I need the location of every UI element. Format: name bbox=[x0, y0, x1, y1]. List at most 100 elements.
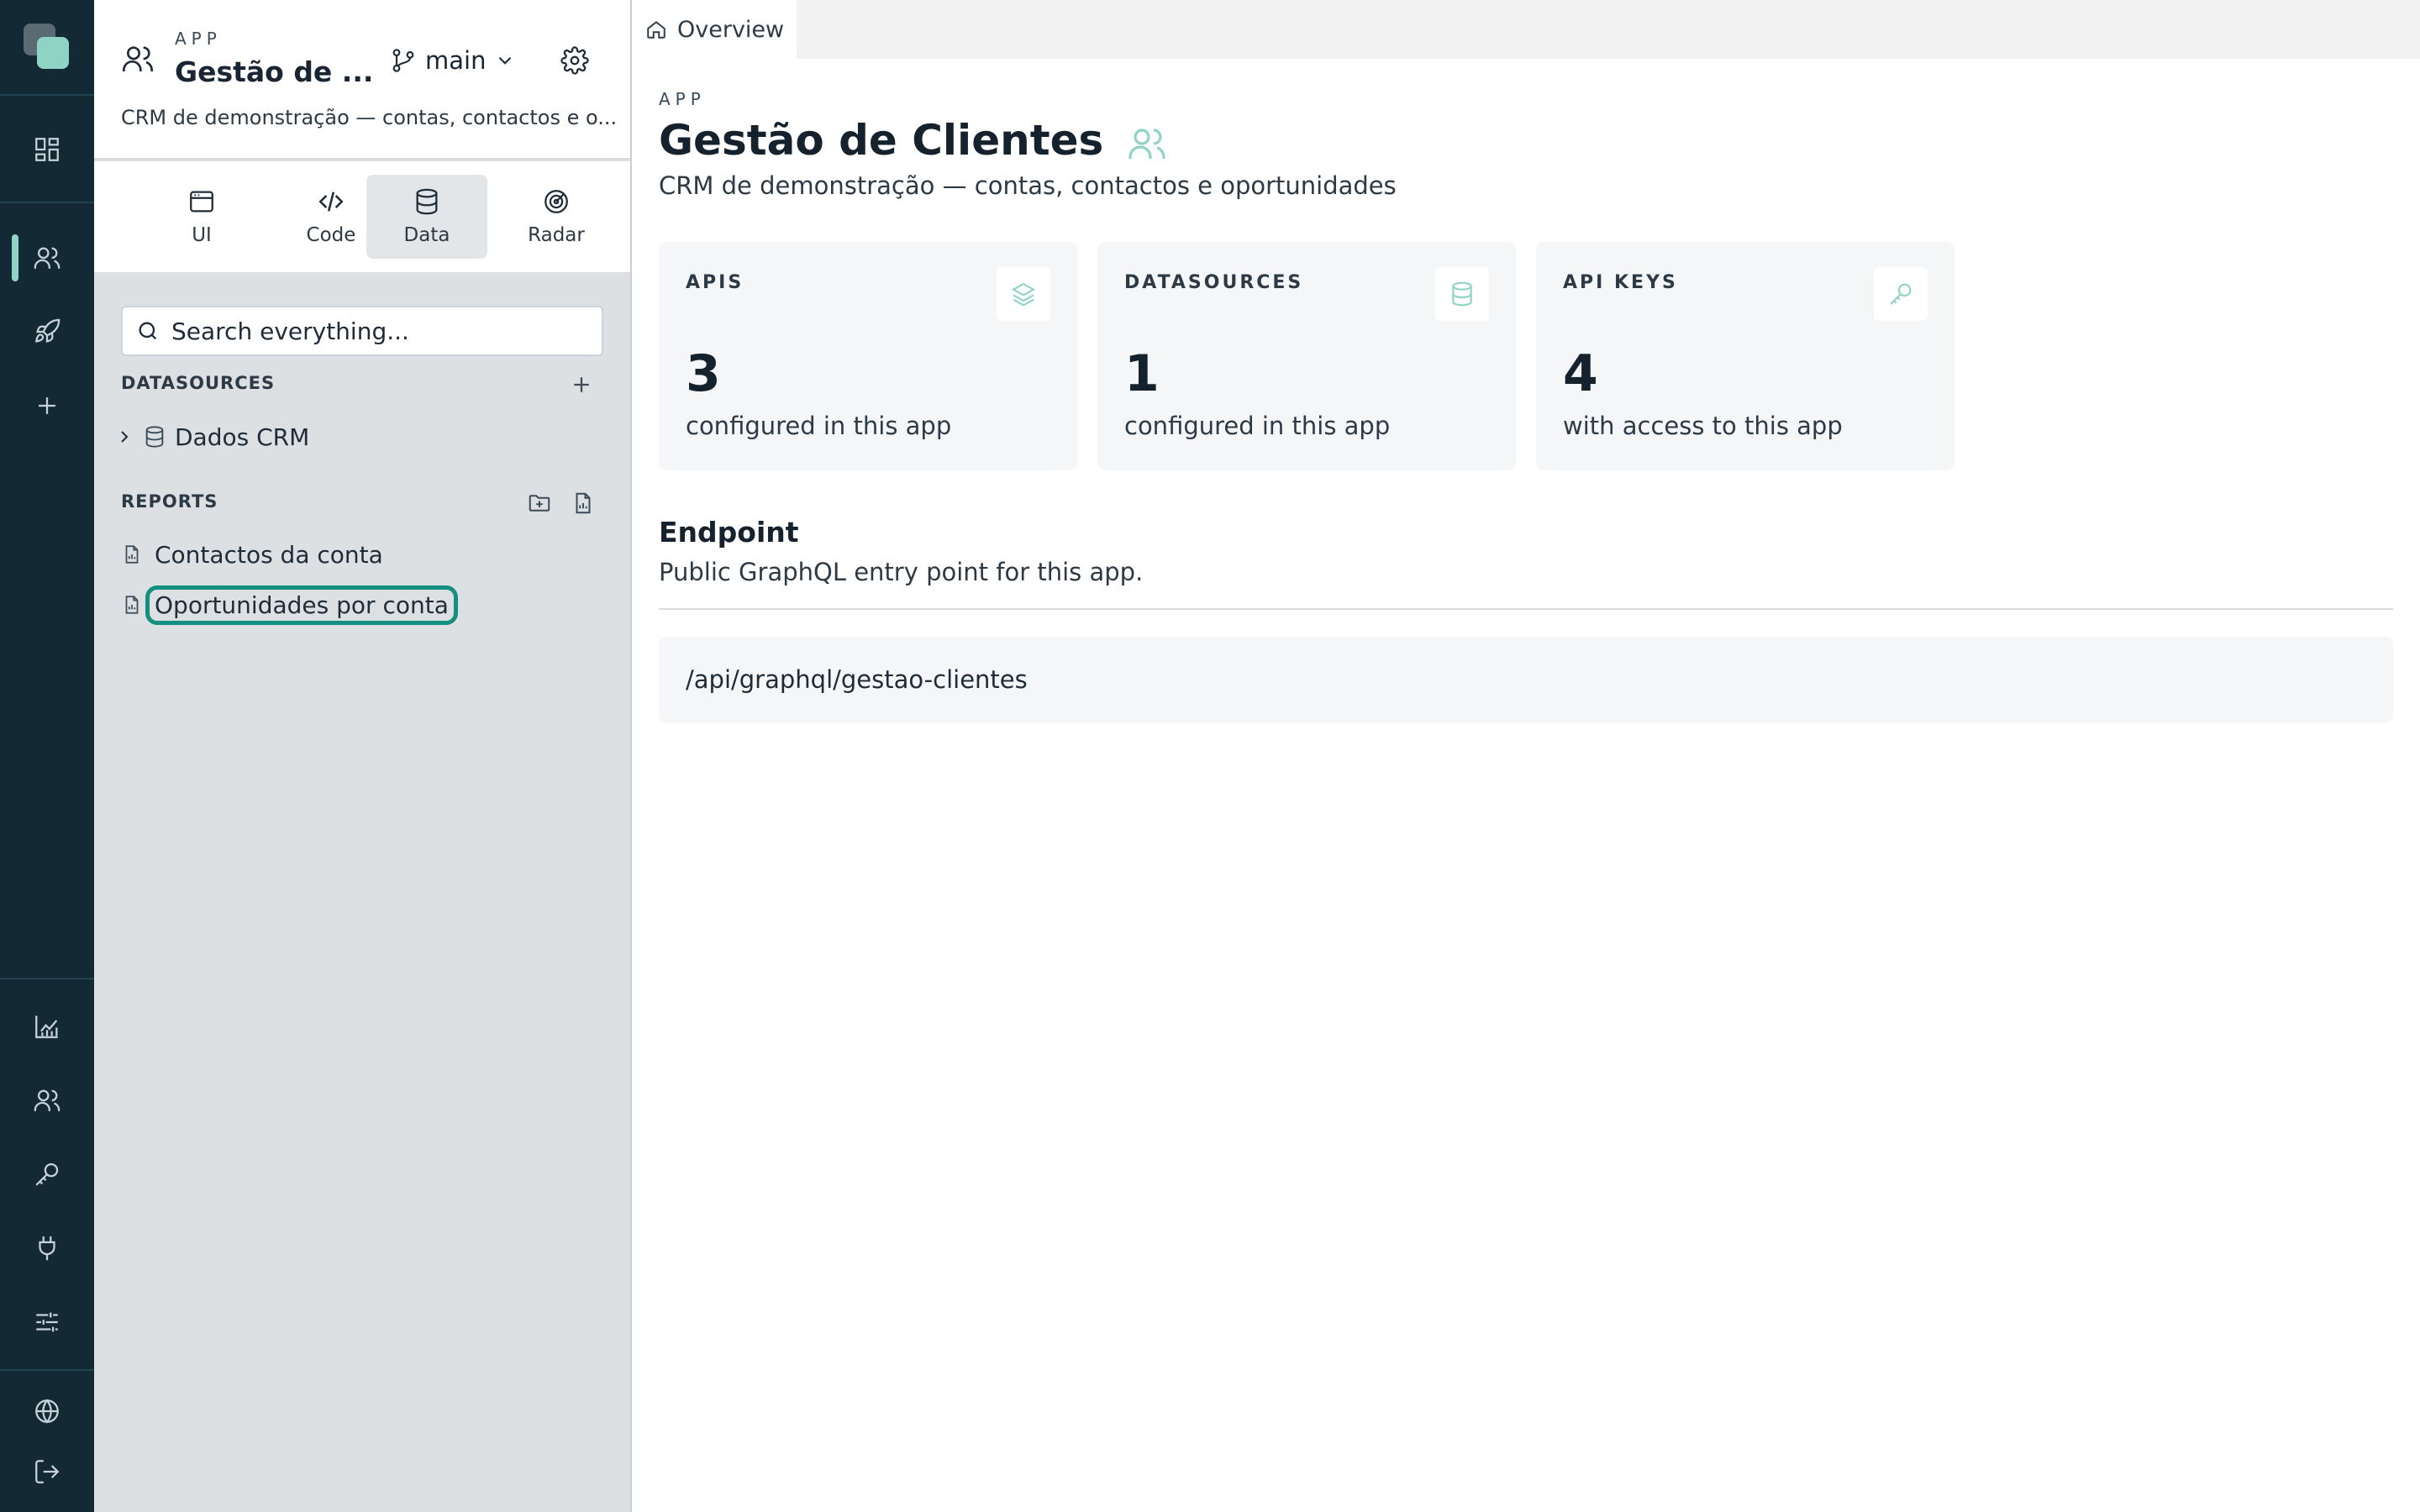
reports-section-label: REPORTS bbox=[121, 491, 218, 512]
sidebar-eyebrow: APP bbox=[175, 29, 222, 49]
database-icon bbox=[416, 188, 438, 215]
report-label: Contactos da conta bbox=[155, 540, 383, 569]
users-icon bbox=[1128, 128, 1165, 159]
tab-radar[interactable]: Radar bbox=[496, 175, 617, 259]
rail-settings-button[interactable] bbox=[0, 1295, 94, 1349]
plug-icon bbox=[39, 1236, 55, 1261]
folder-plus-icon bbox=[529, 495, 550, 512]
rail-language-button[interactable] bbox=[0, 1384, 94, 1438]
chevron-right-icon bbox=[121, 431, 129, 443]
rail-dashboard-button[interactable] bbox=[0, 123, 94, 176]
database-icon bbox=[1452, 281, 1472, 307]
tab-ui-label: UI bbox=[192, 224, 212, 246]
search-icon bbox=[139, 322, 157, 340]
datasources-section-label: DATASOURCES bbox=[121, 373, 276, 393]
stat-card-label: DATASOURCES bbox=[1124, 272, 1304, 293]
rail-deploy-button[interactable] bbox=[0, 305, 94, 359]
stat-card-value: 3 bbox=[686, 344, 721, 403]
report-label: Oportunidades por conta bbox=[145, 585, 458, 625]
rail-analytics-button[interactable] bbox=[0, 1000, 94, 1053]
app-users-icon bbox=[121, 42, 155, 76]
rail-team-button[interactable] bbox=[0, 1074, 94, 1127]
tab-data[interactable]: Data bbox=[366, 175, 487, 259]
new-report-button[interactable] bbox=[566, 486, 600, 520]
rail-logout-button[interactable] bbox=[0, 1445, 94, 1499]
endpoint-path: /api/graphql/gestao-clientes bbox=[686, 665, 1028, 694]
branch-selector[interactable]: main bbox=[390, 42, 516, 79]
stat-card-value: 1 bbox=[1124, 344, 1160, 403]
stat-card-subtitle: with access to this app bbox=[1563, 412, 1843, 440]
key-icon bbox=[35, 1163, 59, 1186]
plus-icon bbox=[574, 377, 589, 392]
rail-divider bbox=[0, 978, 94, 979]
stat-card-datasources[interactable]: DATASOURCES 1 configured in this app bbox=[1097, 242, 1516, 470]
plus-icon bbox=[39, 397, 55, 414]
logo-front-square bbox=[37, 37, 69, 69]
database-icon bbox=[145, 426, 164, 448]
sidebar-header: APP Gestão de ... main CRM de demonstraç… bbox=[94, 0, 630, 160]
add-datasource-button[interactable] bbox=[565, 368, 598, 402]
rail-divider bbox=[0, 94, 94, 96]
sliders-icon bbox=[36, 1312, 58, 1332]
new-report-folder-button[interactable] bbox=[523, 486, 556, 520]
editor-tab-bar: Overview bbox=[632, 0, 2420, 59]
tab-code-label: Code bbox=[306, 224, 356, 246]
rocket-icon bbox=[34, 318, 60, 343]
tab-overview[interactable]: Overview bbox=[632, 0, 797, 59]
search-box[interactable] bbox=[121, 306, 603, 356]
main-eyebrow: APP bbox=[659, 89, 706, 109]
search-input[interactable] bbox=[171, 317, 592, 345]
stat-card-apis[interactable]: APIS 3 configured in this app bbox=[659, 242, 1077, 470]
app-settings-button[interactable] bbox=[556, 42, 593, 79]
chart-icon bbox=[35, 1016, 58, 1038]
page-title-text: Gestão de Clientes bbox=[659, 116, 1104, 165]
datasource-item[interactable]: Dados CRM bbox=[114, 417, 309, 457]
report-file-icon bbox=[125, 545, 139, 564]
report-file-icon bbox=[125, 596, 139, 614]
window-icon bbox=[190, 191, 213, 213]
code-icon bbox=[318, 192, 344, 212]
radar-icon bbox=[544, 190, 568, 213]
rail-add-button[interactable] bbox=[0, 379, 94, 433]
page-description: CRM de demonstração — contas, contactos … bbox=[659, 171, 1397, 200]
stat-card-label: API KEYS bbox=[1563, 272, 1678, 293]
report-item-focused[interactable]: Oportunidades por conta bbox=[121, 583, 458, 627]
stat-card-icon-box bbox=[997, 267, 1050, 321]
key-icon bbox=[1890, 283, 1912, 305]
rail-app-users-button[interactable] bbox=[0, 231, 94, 285]
rail-keys-button[interactable] bbox=[0, 1147, 94, 1201]
stat-card-label: APIS bbox=[686, 272, 744, 293]
team-icon bbox=[34, 1089, 60, 1111]
branch-name: main bbox=[425, 46, 487, 75]
stat-card-icon-box bbox=[1435, 267, 1489, 321]
stat-card-value: 4 bbox=[1563, 344, 1598, 403]
logout-icon bbox=[35, 1460, 60, 1483]
report-item[interactable]: Contactos da conta bbox=[121, 533, 383, 576]
tab-radar-label: Radar bbox=[528, 224, 585, 246]
icon-rail bbox=[0, 0, 94, 1512]
globe-icon bbox=[35, 1399, 59, 1424]
gear-icon bbox=[560, 46, 589, 75]
layers-icon bbox=[1011, 282, 1036, 307]
chevron-down-icon bbox=[499, 56, 512, 65]
endpoint-divider bbox=[659, 608, 2393, 610]
endpoint-path-box[interactable]: /api/graphql/gestao-clientes bbox=[659, 637, 2393, 722]
rail-integrations-button[interactable] bbox=[0, 1221, 94, 1275]
tab-ui[interactable]: UI bbox=[141, 175, 262, 259]
sidebar-app-title: Gestão de ... bbox=[175, 55, 374, 88]
endpoint-description: Public GraphQL entry point for this app. bbox=[659, 558, 1144, 586]
app-logo[interactable] bbox=[24, 24, 71, 71]
stat-card-subtitle: configured in this app bbox=[1124, 412, 1391, 440]
endpoint-heading: Endpoint bbox=[659, 516, 799, 549]
stat-card-api-keys[interactable]: API KEYS 4 with access to this app bbox=[1536, 242, 1954, 470]
datasource-label: Dados CRM bbox=[175, 423, 310, 451]
users-icon bbox=[34, 247, 60, 269]
stat-card-icon-box bbox=[1874, 267, 1928, 321]
stat-card-subtitle: configured in this app bbox=[686, 412, 952, 440]
tab-overview-label: Overview bbox=[677, 16, 785, 43]
rail-divider bbox=[0, 202, 94, 203]
sidebar-tabs: UI Code Data Radar bbox=[94, 161, 630, 272]
git-branch-icon bbox=[392, 49, 414, 72]
rail-divider bbox=[0, 1369, 94, 1371]
sidebar-app-description: CRM de demonstração — contas, contactos … bbox=[121, 106, 618, 129]
